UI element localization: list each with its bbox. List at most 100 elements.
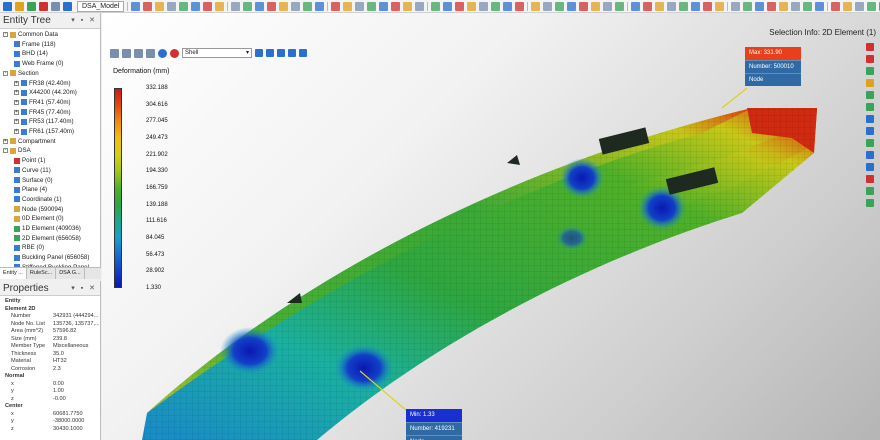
tree-item[interactable]: RBE (0)	[14, 243, 44, 252]
view-tool-icon[interactable]	[866, 103, 874, 111]
select-icon[interactable]	[567, 1, 577, 11]
open-icon[interactable]	[143, 1, 153, 11]
select-icon[interactable]	[191, 1, 201, 11]
panel-tab[interactable]: Entity ...	[0, 268, 27, 279]
open-icon[interactable]	[767, 1, 777, 11]
view-tool-icon[interactable]	[866, 187, 874, 195]
add-icon[interactable]	[158, 48, 167, 58]
tree-item[interactable]: + FR41 (57.40m)	[14, 98, 71, 107]
select-icon[interactable]	[815, 1, 825, 11]
view-icon[interactable]	[615, 1, 625, 11]
mesh-icon[interactable]	[603, 1, 613, 11]
max-info-box[interactable]: Max: 331.90 Number: 500010 Node	[745, 47, 801, 86]
wireframe-icon[interactable]	[134, 48, 143, 58]
collapse-toggle-icon[interactable]: -	[3, 148, 8, 154]
measure-icon[interactable]	[591, 1, 601, 11]
mesh-icon[interactable]	[731, 1, 741, 11]
display-mode-icon[interactable]	[110, 48, 119, 58]
select-icon[interactable]	[443, 1, 453, 11]
panel-tab[interactable]: RuleSc...	[27, 268, 57, 279]
tree-item[interactable]: BHD (14)	[14, 49, 48, 58]
save-icon[interactable]	[155, 1, 165, 11]
collapse-toggle-icon[interactable]: -	[3, 32, 8, 37]
view-tool-icon[interactable]	[866, 55, 874, 63]
tree-item[interactable]: + FR38 (42.40m)	[14, 79, 71, 88]
tree-item[interactable]: Plane (4)	[14, 185, 47, 194]
tree-item[interactable]: 1D Element (409036)	[14, 224, 81, 233]
open-icon[interactable]	[267, 1, 277, 11]
open-icon[interactable]	[391, 1, 401, 11]
save-icon[interactable]	[27, 1, 36, 11]
measure-icon[interactable]	[343, 1, 353, 11]
view-tool-icon[interactable]	[866, 91, 874, 99]
tree-item[interactable]: Buckling Panel (656058)	[14, 253, 89, 262]
undo-icon[interactable]	[167, 1, 177, 11]
expand-toggle-icon[interactable]: +	[14, 109, 19, 115]
expand-toggle-icon[interactable]: +	[3, 138, 8, 144]
expand-toggle-icon[interactable]: +	[14, 80, 19, 86]
tree-item[interactable]: Web Frame (0)	[14, 59, 64, 68]
view-tool-icon[interactable]	[866, 67, 874, 75]
new-icon[interactable]	[755, 1, 765, 11]
save-icon[interactable]	[403, 1, 413, 11]
tree-item[interactable]: - DSA	[3, 146, 31, 155]
tree-item[interactable]: - Common Data	[3, 30, 58, 39]
save-icon[interactable]	[655, 1, 665, 11]
shaded-icon[interactable]	[122, 48, 131, 58]
expand-toggle-icon[interactable]: +	[14, 99, 19, 105]
view-tool-icon[interactable]	[866, 115, 874, 123]
measure-icon[interactable]	[215, 1, 225, 11]
tree-item[interactable]: - Section	[3, 69, 39, 78]
next-step-icon[interactable]	[288, 49, 296, 57]
pick-icon[interactable]	[203, 1, 213, 11]
min-info-box[interactable]: Min: 1.33 Number: 419231 Node	[406, 409, 462, 440]
measure-icon[interactable]	[715, 1, 725, 11]
view-tool-icon[interactable]	[866, 139, 874, 147]
view-tool-icon[interactable]	[866, 43, 874, 51]
tree-item[interactable]: 2D Element (656058)	[14, 234, 81, 243]
tree-item[interactable]: Surface (0)	[14, 176, 53, 185]
mesh-icon[interactable]	[231, 1, 241, 11]
first-step-icon[interactable]	[255, 49, 263, 57]
redo-icon[interactable]	[803, 1, 813, 11]
view-tool-icon[interactable]	[866, 151, 874, 159]
tree-item[interactable]: Coordinate (1)	[14, 195, 62, 204]
view-icon[interactable]	[367, 1, 377, 11]
undo-icon[interactable]	[39, 1, 48, 11]
new-icon[interactable]	[131, 1, 141, 11]
pick-icon[interactable]	[331, 1, 341, 11]
save-icon[interactable]	[779, 1, 789, 11]
mesh-icon[interactable]	[355, 1, 365, 11]
measure-icon[interactable]	[843, 1, 853, 11]
tree-item[interactable]: Node (590094)	[14, 205, 63, 214]
view-tool-icon[interactable]	[866, 127, 874, 135]
expand-toggle-icon[interactable]: +	[14, 119, 19, 125]
view-icon[interactable]	[867, 1, 877, 11]
pick-icon[interactable]	[703, 1, 713, 11]
tree-item[interactable]: Frame (118)	[14, 40, 56, 49]
mesh-icon[interactable]	[479, 1, 489, 11]
panel-controls[interactable]: ▾ ▪ ✕	[71, 16, 97, 24]
tree-item[interactable]: Curve (11)	[14, 166, 51, 175]
element-type-select[interactable]: Shell	[182, 48, 252, 58]
view-icon[interactable]	[243, 1, 253, 11]
select-icon[interactable]	[315, 1, 325, 11]
redo-icon[interactable]	[679, 1, 689, 11]
collapse-toggle-icon[interactable]: -	[3, 70, 8, 76]
tree-item[interactable]: + FR53 (117.40m)	[14, 117, 74, 126]
new-icon[interactable]	[3, 1, 12, 11]
3d-viewport[interactable]: Shell Selection Info: 2D Element (1) Def…	[102, 13, 880, 440]
tree-item[interactable]: Point (1)	[14, 156, 45, 165]
redo-icon[interactable]	[555, 1, 565, 11]
undo-icon[interactable]	[291, 1, 301, 11]
tree-item[interactable]: + FR45 (77.40m)	[14, 108, 71, 117]
remove-icon[interactable]	[170, 48, 179, 58]
redo-icon[interactable]	[179, 1, 189, 11]
undo-icon[interactable]	[543, 1, 553, 11]
new-icon[interactable]	[631, 1, 641, 11]
view-tool-icon[interactable]	[866, 163, 874, 171]
tree-item[interactable]: + Compartment	[3, 137, 55, 146]
measure-icon[interactable]	[467, 1, 477, 11]
redo-icon[interactable]	[51, 1, 60, 11]
view-tool-icon[interactable]	[866, 175, 874, 183]
